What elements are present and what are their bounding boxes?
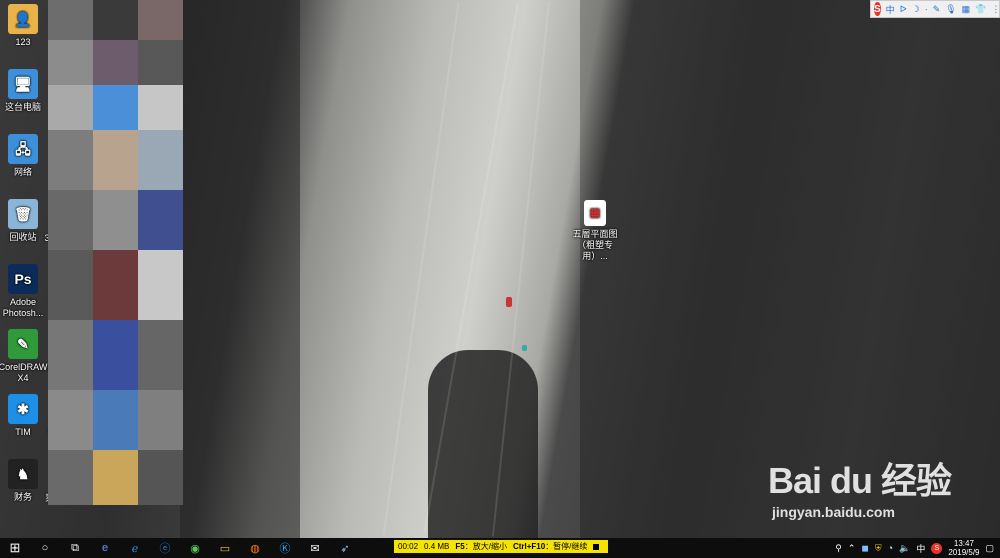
recorder-time: 00:02 [398,542,419,551]
desktop-icon-label: 123 [15,37,31,47]
climber-2 [522,345,527,351]
desktop-icon-label: 这台电脑 [4,102,41,112]
punctuation-icon[interactable]: ᐅ [900,4,907,15]
desktop-icon-0[interactable]: 👤 123 [0,4,53,48]
document-icon: ▦ [584,200,606,226]
clock-time: 13:47 [953,539,974,548]
app-k-icon[interactable]: Ⓚ [270,538,300,558]
recorder-hint-pause: Ctrl+F10：暂停/继续 [512,542,588,551]
caiwu-icon: ♞ [8,459,38,489]
volume-icon[interactable]: 🔈 [899,543,910,554]
baidu-watermark: Bai du 经验 jingyan.baidu.com [768,452,952,520]
recorder-size: 0.4 MB [424,542,450,551]
person-icon[interactable]: ⚲ [835,543,842,554]
wifi-icon[interactable]: ◔ [888,543,893,553]
climber [506,297,512,307]
task-view-icon[interactable]: ⧉ [60,538,90,558]
watermark-url: jingyan.baidu.com [772,504,895,520]
floor-plan-file-label: 五層平面图（粗塑专用）... [572,229,618,261]
dove-icon[interactable]: ➶ [330,538,360,558]
cliff-shadow-left [180,0,300,538]
firefox-icon[interactable]: ◍ [240,538,270,558]
floor-plan-file-icon[interactable]: ▦ 五層平面图（粗塑专用）... [565,200,625,262]
moon-icon[interactable]: ☽ [912,4,920,15]
rock-pillar [428,350,538,538]
edge-icon[interactable]: e [90,538,120,558]
recorder-hint-zoom-key: F5 [455,542,465,551]
system-tray: ⚲ ⌃ ◼ ⛨ ◔ 🔈 中 S 13:47 2019/5/9 ▢ [835,538,1000,558]
desktop-icon-2[interactable]: 🖧 网络 [0,134,53,178]
network-icon: 🖧 [8,134,38,164]
desktop-wallpaper: 👤 123 🖥 这台电脑 🖧 网络 🗑 回收站 Ps Adobe Photosh... ✎ Corel… [0,0,1000,538]
chevron-up-icon[interactable]: ⌃ [848,543,856,554]
desktop-icon-label: 网络 [13,167,32,177]
sogou-logo-icon[interactable]: S [874,2,881,16]
mic-icon[interactable]: 🎙 [945,4,956,15]
windows-start-icon[interactable]: ⊞ [0,538,30,558]
this-pc-icon: 🖥 [8,69,38,99]
ie-icon[interactable]: ℯ [120,538,150,558]
dot-icon[interactable]: · [925,4,928,14]
360-browser-icon[interactable]: ◉ [180,538,210,558]
sogou-tray-icon[interactable]: S [931,542,943,554]
shield-icon[interactable]: ⛨ [875,543,882,554]
mail-icon[interactable]: ✉ [300,538,330,558]
file-explorer-icon[interactable]: ▭ [210,538,240,558]
pen-icon[interactable]: ✎ [933,4,941,15]
screen-recorder-bar: 00:02 0.4 MB F5：放大/缩小 Ctrl+F10：暂停/继续 [394,540,608,553]
keyboard-icon[interactable]: ▦ [962,4,971,15]
ime-mode[interactable]: 中 [886,3,895,16]
recorder-hint-zoom: F5：放大/缩小 [455,542,507,551]
clock-date: 2019/5/9 [948,548,980,557]
notification-icon[interactable]: ▢ [985,543,994,554]
tim-icon: ✱ [8,394,38,424]
more-icon[interactable]: ⋮ [991,4,1000,15]
desktop-icon-1[interactable]: 🖥 这台电脑 [0,69,53,113]
user-folder-icon: 👤 [8,4,38,34]
clock[interactable]: 13:47 2019/5/9 [948,539,979,557]
recycle-bin-icon: 🗑 [8,199,38,229]
search-icon[interactable]: ○ [30,538,60,558]
sogou-ime-toolbar[interactable]: S 中 ᐅ ☽ · ✎ 🎙 ▦ 👕 ⋮ [870,0,1000,18]
watermark-brand: Bai du 经验 [768,460,952,501]
ime-indicator[interactable]: 中 [916,542,925,555]
skin-icon[interactable]: 👕 [975,4,986,15]
coreldraw-icon: ✎ [8,329,38,359]
pixelated-region [48,0,183,505]
edge2-icon[interactable]: ⓔ [150,538,180,558]
photoshop-icon: Ps [8,264,38,294]
recorder-hint-pause-key: Ctrl+F10 [512,542,546,551]
recorder-stop-icon[interactable] [593,543,600,550]
tray-app-icon[interactable]: ◼ [861,543,868,554]
